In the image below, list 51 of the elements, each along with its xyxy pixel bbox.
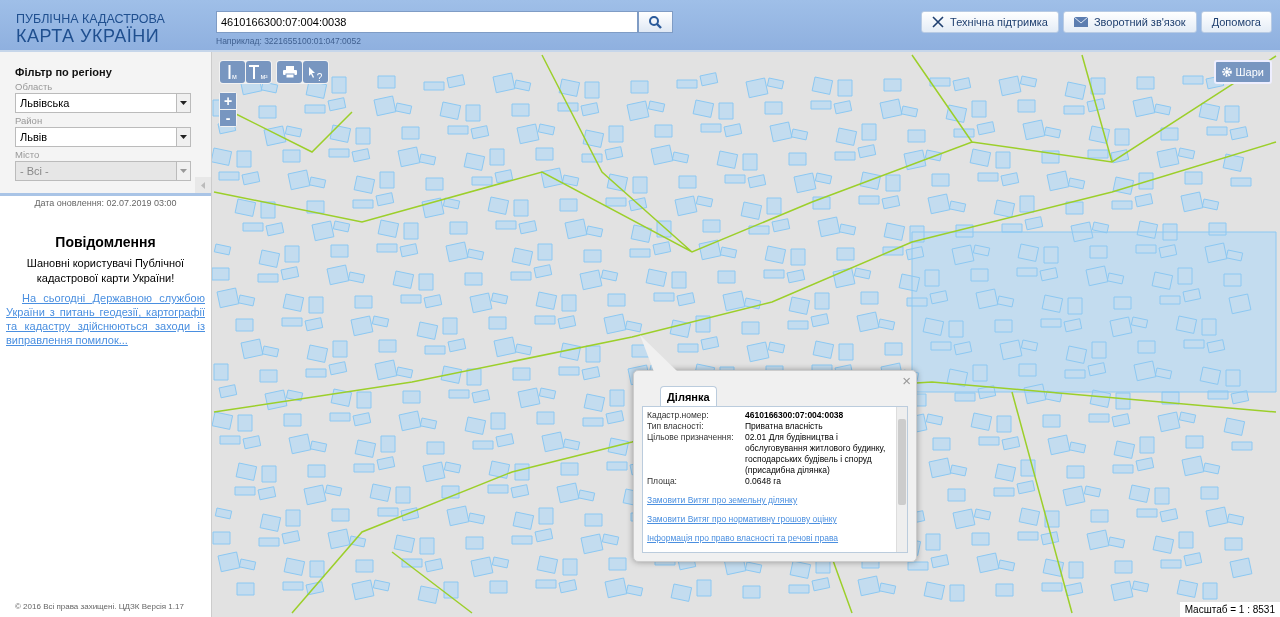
field-value: 4610166300:07:004:0038 (745, 410, 845, 421)
field-label: Кадастр.номер: (647, 410, 710, 421)
search-hint: Наприклад: 3221655100:01:047:0052 (216, 36, 363, 46)
parcel-tab[interactable]: Ділянка (660, 386, 717, 406)
caret-icon (180, 169, 187, 173)
layers-button[interactable]: Шари (1213, 60, 1272, 84)
caret-icon (180, 135, 187, 139)
scale-label: Масштаб = 1 : 8531 (1179, 602, 1280, 617)
header-button[interactable]: Зворотний зв'язок (1062, 11, 1197, 33)
update-date: Дата оновлення: 02.07.2019 03:00 (33, 198, 178, 208)
logo-subtitle: ПУБЛІЧНА КАДАСТРОВА (16, 13, 166, 26)
field-label: Цільове призначення: (647, 432, 735, 444)
scrollbar[interactable] (896, 407, 907, 552)
search-icon (649, 15, 662, 29)
envelope-icon (1073, 17, 1088, 27)
notice-text: Шановні користувачі Публічної кадастрової карти України! (25, 256, 186, 286)
region-select[interactable]: Львів (15, 127, 191, 147)
collapse-button[interactable] (195, 177, 211, 193)
zoom-in-button[interactable]: + (220, 93, 236, 109)
field-value: Приватна власність (745, 421, 824, 432)
header-button[interactable]: Технічна підтримка (921, 11, 1059, 33)
ruler-t-icon (249, 65, 260, 79)
field-label: Тип власності: (647, 421, 705, 432)
zoom-out-button[interactable]: - (220, 110, 236, 126)
filter-title: Фільтр по регіону (15, 66, 113, 78)
caret-icon (201, 181, 205, 189)
region-select[interactable]: Львівська (15, 93, 191, 113)
field-value: 02.01 Для будівництва і обслуговування житлового будинку, господарських будівель і споруд (присадибна ділянка) (745, 432, 887, 476)
print-button[interactable] (277, 61, 302, 83)
caret-icon (180, 101, 187, 105)
notice-title: Повідомлення (54, 234, 157, 250)
filter-label: Район (15, 115, 44, 126)
gear-icon (1221, 67, 1232, 77)
order-link[interactable]: Замовити Витяг про нормативну грошову оцінку (647, 514, 892, 525)
order-link[interactable]: Замовити Витяг про земельну ділянку (647, 495, 892, 506)
copyright-text: © 2016 Всі права захищені. ЦДЗК Версія 1.17 (14, 602, 185, 613)
logo-title: КАРТА УКРАЇНИ (16, 26, 160, 46)
ruler-line-icon (228, 65, 232, 79)
header-button[interactable]: Допомога (1200, 11, 1272, 33)
filter-label: Область (15, 81, 54, 92)
search-button[interactable] (638, 11, 673, 33)
field-value: 0.0648 га (745, 476, 782, 487)
search-field[interactable]: 4610166300:07:004:0038 (216, 11, 638, 33)
printer-icon (282, 66, 297, 78)
order-link[interactable]: Інформація про право власності та речові права (647, 533, 892, 544)
notice-link[interactable]: На сьогодні Державною службою України з питань геодезії, картографії та кадастру здійснюються заходи із виправлення помилок... (6, 291, 205, 347)
close-button[interactable]: × (902, 374, 911, 388)
identify-button[interactable]: ? (303, 61, 328, 83)
field-label: Площа: (647, 476, 678, 487)
cursor-icon (308, 66, 316, 78)
filter-label: Місто (15, 149, 41, 160)
